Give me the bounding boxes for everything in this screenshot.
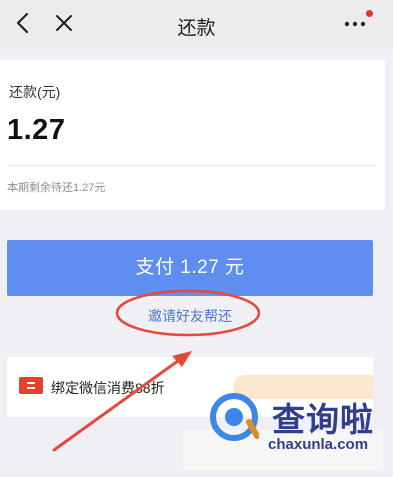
promo-text: 绑定微信消费88折 [51,380,165,396]
amount-label: 还款(元) [9,84,61,100]
amount-value: 1.27 [7,114,66,146]
repayment-card: 还款(元) 1.27 本期剩余待还1.27元 [0,60,385,210]
watermark-url: chaxunla.com [268,436,369,453]
coupon-icon [19,377,43,394]
invite-friend-link[interactable]: 邀请好友帮还 [0,306,380,326]
divider [9,165,375,166]
search-icon [210,393,259,441]
pay-button[interactable]: 支付 1.27 元 [7,240,373,296]
watermark-brand: 查询啦 [272,401,374,438]
nav-bar: 还款 [0,0,393,48]
more-icon[interactable] [344,19,368,29]
page-title: 还款 [177,18,216,39]
remaining-text: 本期剩余待还1.27元 [7,182,106,194]
notification-dot [366,10,373,17]
